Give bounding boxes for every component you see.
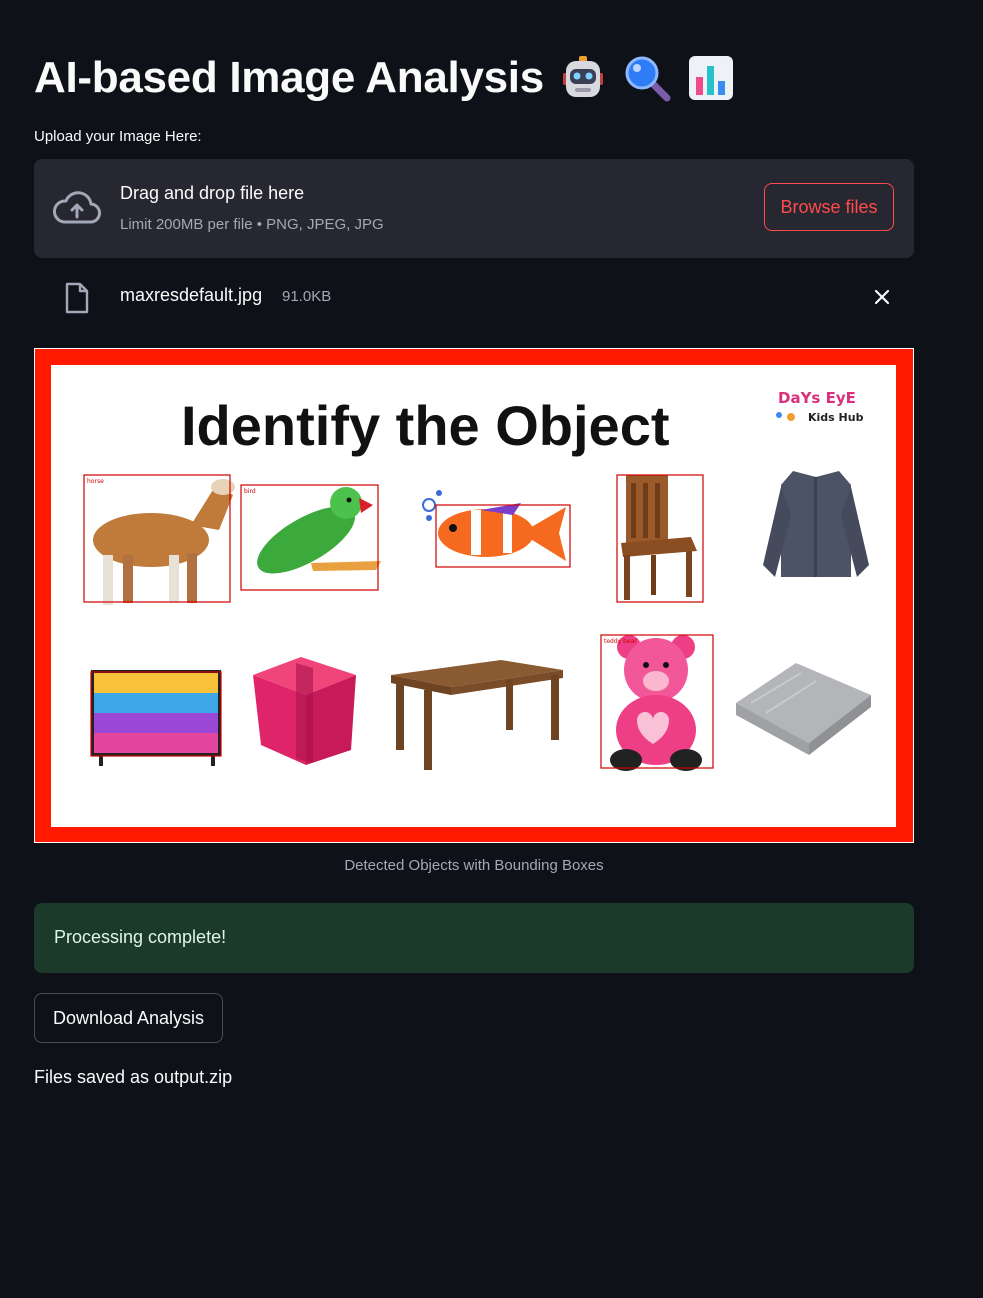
logo-dot-icon [776,412,782,418]
result-image-canvas: Identify the Object DaYs EyE Kids Hub ho… [83,389,871,771]
logo-sub: Kids Hub [808,411,864,424]
file-icon [65,282,89,314]
dropzone-subtitle: Limit 200MB per file • PNG, JPEG, JPG [120,216,384,233]
page-title: AI-based Image Analysis [34,48,736,108]
image-caption: Detected Objects with Bounding Boxes [344,857,604,874]
detection-label: teddy bear [604,638,637,645]
saved-files-text: Files saved as output.zip [34,1067,233,1087]
table-image [391,660,563,770]
goat-image [93,479,235,605]
result-image: Identify the Object DaYs EyE Kids Hub ho… [34,348,914,843]
remove-file-icon[interactable] [872,287,892,307]
towel-image [736,663,871,755]
logo-flower-icon [787,413,795,421]
detection-label: horse [87,478,104,485]
teddy-bear-image [610,635,702,771]
magnifier-icon [625,56,671,102]
page-title-text: AI-based Image Analysis [34,53,544,102]
scrollbar[interactable] [975,0,983,1298]
logo-brand: DaYs EyE [778,389,856,407]
upload-label: Upload your Image Here: [34,128,202,145]
download-analysis-button[interactable]: Download Analysis [34,993,223,1043]
detection-label: bird [244,488,256,495]
cloud-upload-icon [52,191,101,224]
gift-image [253,657,356,765]
file-dropzone[interactable]: Drag and drop file here Limit 200MB per … [34,159,914,258]
uploaded-file-row: maxresdefault.jpg 91.0KB [34,278,914,318]
tv-image [91,670,221,766]
bar-chart-icon [688,56,733,100]
success-alert: Processing complete! [34,903,914,973]
parrot-image [257,487,381,574]
browse-files-button[interactable]: Browse files [764,183,894,231]
chair-image [621,475,697,600]
robot-icon [562,56,603,97]
file-size: 91.0KB [282,288,332,305]
success-message: Processing complete! [54,927,227,947]
image-heading: Identify the Object [181,394,670,457]
file-name: maxresdefault.jpg [120,285,263,305]
fish-image [422,490,566,561]
shirt-image [763,471,869,577]
dropzone-title: Drag and drop file here [120,183,305,203]
